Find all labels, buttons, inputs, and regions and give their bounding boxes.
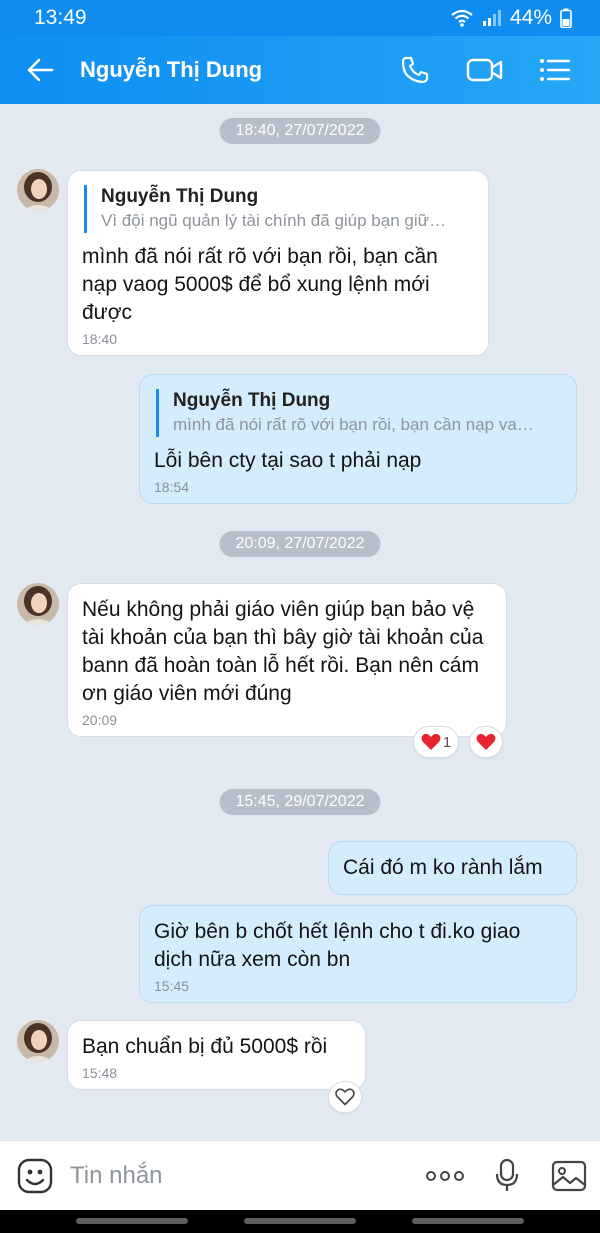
chat-header: Nguyễn Thị Dung <box>0 36 600 104</box>
avatar[interactable] <box>17 1020 59 1062</box>
sticker-button[interactable] <box>0 1141 70 1211</box>
signal-icon <box>482 10 501 26</box>
message-bubble[interactable]: Giờ bên b chốt hết lệnh cho t đi.ko giao… <box>139 905 577 1003</box>
message-time: 18:40 <box>82 331 118 347</box>
menu-icon <box>540 59 571 81</box>
message-time: 15:48 <box>82 1065 118 1081</box>
status-bar: 13:49 44% <box>0 0 600 36</box>
back-arrow-icon <box>27 58 54 82</box>
quote-sender: Nguyễn Thị Dung <box>101 186 259 207</box>
quote-text: mình đã nói rất rõ với bạn rồi, bạn cần … <box>173 415 534 434</box>
react-button[interactable] <box>469 726 503 758</box>
header-actions <box>380 36 600 104</box>
message-text: Lỗi bên cty tại sao t phải nạp <box>154 449 422 472</box>
call-button[interactable] <box>380 36 450 104</box>
back-button[interactable] <box>0 36 80 104</box>
message-text: Giờ bên b chốt hết lệnh cho t đi.ko giao… <box>154 920 521 971</box>
message-time: 15:45 <box>154 978 190 994</box>
react-button[interactable] <box>328 1081 362 1113</box>
system-nav-bar <box>0 1210 600 1233</box>
heart-icon <box>476 733 496 750</box>
heart-outline-icon <box>335 1088 355 1106</box>
phone-icon <box>401 56 429 84</box>
date-separator: 20:09, 27/07/2022 <box>219 531 381 557</box>
message-composer: Tin nhắn <box>0 1140 600 1210</box>
message-input[interactable]: Tin nhắn <box>70 1162 414 1190</box>
battery-icon <box>560 8 572 28</box>
message-bubble[interactable]: Bạn chuẩn bị đủ 5000$ rồi 15:48 <box>67 1020 366 1090</box>
quoted-message[interactable]: Nguyễn Thị Dung mình đã nói rất rõ với b… <box>156 389 562 437</box>
message-bubble[interactable]: Nguyễn Thị Dung mình đã nói rất rõ với b… <box>139 374 577 504</box>
message-time: 18:54 <box>154 479 190 495</box>
quoted-message[interactable]: Nguyễn Thị Dung Vì đội ngũ quản lý tài c… <box>84 185 474 233</box>
message-text: Bạn chuẩn bị đủ 5000$ rồi <box>82 1035 328 1058</box>
date-separator: 15:45, 29/07/2022 <box>219 789 381 815</box>
status-icons: 44% <box>450 6 572 30</box>
wifi-icon <box>451 9 473 27</box>
video-call-icon <box>466 58 503 82</box>
image-button[interactable] <box>538 1141 600 1211</box>
date-separator: 18:40, 27/07/2022 <box>219 118 381 144</box>
more-button[interactable] <box>414 1141 476 1211</box>
more-icon <box>426 1170 464 1181</box>
menu-button[interactable] <box>520 36 590 104</box>
conversation[interactable]: 18:40, 27/07/2022 Nguyễn Thị Dung Vì đội… <box>0 104 600 1140</box>
video-call-button[interactable] <box>450 36 520 104</box>
nav-recent-button[interactable] <box>76 1218 188 1224</box>
microphone-icon <box>495 1158 519 1191</box>
reaction-summary[interactable]: 1 <box>413 726 459 758</box>
message-bubble[interactable]: Cái đó m ko rành lắm <box>328 841 577 895</box>
message-bubble[interactable]: Nếu không phải giáo viên giúp bạn bảo vệ… <box>67 583 507 737</box>
sticker-icon <box>17 1158 53 1193</box>
status-time: 13:49 <box>34 6 87 29</box>
nav-home-button[interactable] <box>244 1218 356 1224</box>
message-text: mình đã nói rất rõ với bạn rồi, bạn cần … <box>82 245 438 324</box>
image-icon <box>551 1160 587 1191</box>
battery-percent: 44% <box>509 6 552 29</box>
contact-name[interactable]: Nguyễn Thị Dung <box>80 57 380 83</box>
avatar[interactable] <box>17 583 59 625</box>
reaction-count: 1 <box>442 733 452 751</box>
avatar[interactable] <box>17 169 59 211</box>
message-text: Cái đó m ko rành lắm <box>343 856 543 879</box>
quote-text: Vì đội ngũ quản lý tài chính đã giúp bạn… <box>101 211 447 230</box>
message-bubble[interactable]: Nguyễn Thị Dung Vì đội ngũ quản lý tài c… <box>67 170 489 356</box>
quote-sender: Nguyễn Thị Dung <box>173 390 331 411</box>
heart-icon <box>421 733 441 750</box>
voice-button[interactable] <box>476 1141 538 1211</box>
nav-back-button[interactable] <box>412 1218 524 1224</box>
message-text: Nếu không phải giáo viên giúp bạn bảo vệ… <box>82 598 484 705</box>
